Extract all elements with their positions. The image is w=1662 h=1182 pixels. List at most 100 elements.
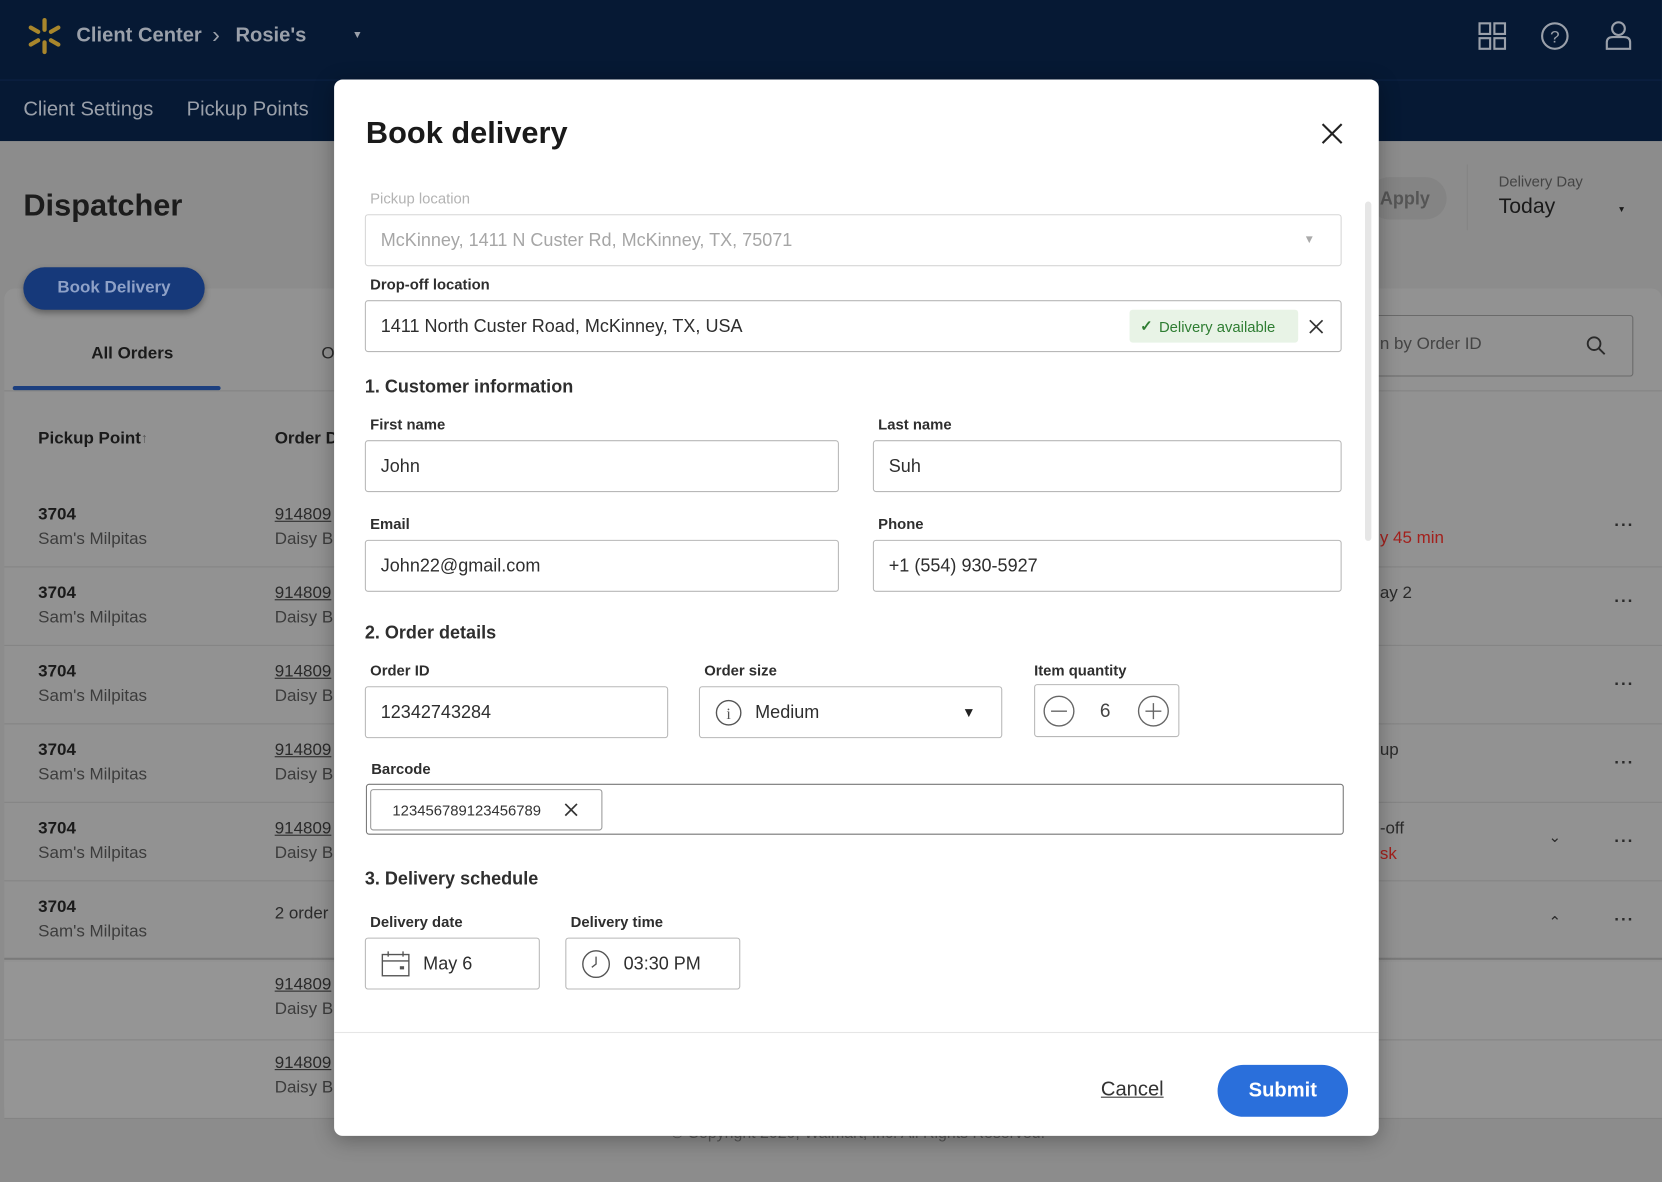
close-icon[interactable] xyxy=(1320,122,1343,145)
scrollbar[interactable] xyxy=(1364,201,1372,541)
plus-icon[interactable] xyxy=(1137,695,1170,728)
pickup-point-name: Sam's Milpitas xyxy=(38,765,148,784)
book-delivery-button[interactable]: Book Delivery xyxy=(23,267,205,310)
section-customer-info: 1. Customer information xyxy=(364,376,574,397)
phone-value: +1 (554) 930-5927 xyxy=(888,555,1038,576)
email-value: John22@gmail.com xyxy=(380,555,541,576)
sort-arrow-icon[interactable]: ↑ xyxy=(141,430,148,446)
section-delivery-schedule: 3. Delivery schedule xyxy=(364,868,539,889)
delivery-day-select[interactable]: Today xyxy=(1499,195,1556,219)
tab-other[interactable]: O xyxy=(321,345,334,364)
more-actions-icon[interactable]: ··· xyxy=(1614,754,1634,773)
barcode-label: Barcode xyxy=(371,760,431,778)
client-dropdown-icon[interactable]: ▼ xyxy=(352,30,363,42)
more-actions-icon[interactable]: ··· xyxy=(1614,833,1634,852)
apps-grid-icon[interactable] xyxy=(1477,21,1507,51)
svg-text:i: i xyxy=(726,706,731,723)
order-id-link[interactable]: 914809 xyxy=(275,976,332,995)
first-name-label: First name xyxy=(370,415,446,433)
status-text: y 45 min xyxy=(1379,529,1444,548)
pickup-point-number: 3704 xyxy=(38,662,76,681)
phone-input[interactable]: +1 (554) 930-5927 xyxy=(872,539,1342,592)
pickup-point-name: Sam's Milpitas xyxy=(38,530,148,549)
client-name[interactable]: Rosie's xyxy=(235,24,306,47)
delivery-time-value: 03:30 PM xyxy=(623,952,701,974)
order-id-value: 12342743284 xyxy=(380,701,492,722)
submit-button[interactable]: Submit xyxy=(1217,1064,1349,1117)
apply-button[interactable]: Apply xyxy=(1380,189,1430,210)
more-actions-icon[interactable]: ··· xyxy=(1614,911,1634,930)
search-placeholder: n by Order ID xyxy=(1379,335,1482,354)
tab-all-orders[interactable]: All Orders xyxy=(91,345,173,364)
last-name-input[interactable]: Suh xyxy=(872,440,1342,493)
column-header-order[interactable]: Order D xyxy=(275,430,338,449)
order-id-link[interactable]: 914809 xyxy=(275,663,332,682)
app-name[interactable]: Client Center xyxy=(76,24,201,47)
more-actions-icon[interactable]: ··· xyxy=(1614,676,1634,695)
order-id-input[interactable]: 12342743284 xyxy=(364,686,669,739)
first-name-value: John xyxy=(380,455,420,476)
delivery-date-input[interactable]: May 6 xyxy=(364,937,540,990)
section-order-details: 2. Order details xyxy=(364,622,497,643)
app: Client Center › Rosie's ▼ ? Client Setti… xyxy=(0,0,1662,1182)
order-size-select[interactable]: i Medium xyxy=(698,686,1003,739)
book-delivery-dialog: Book delivery Pickup location McKinney, … xyxy=(334,79,1379,1136)
order-id-link[interactable]: 914809 xyxy=(275,741,332,760)
search-icon[interactable] xyxy=(1586,335,1607,356)
chevron-down-icon: ▼ xyxy=(1303,233,1316,247)
cancel-button[interactable]: Cancel xyxy=(1101,1079,1164,1102)
order-size-label: Order size xyxy=(704,661,777,679)
order-id-link[interactable]: 914809 xyxy=(275,584,332,603)
help-icon[interactable]: ? xyxy=(1540,21,1570,51)
calendar-icon xyxy=(381,950,410,976)
order-id-link[interactable]: 914809 xyxy=(275,506,332,525)
delivery-time-label: Delivery time xyxy=(570,913,664,931)
pickup-location-label: Pickup location xyxy=(370,189,471,207)
barcode-chip-text: 123456789123456789 xyxy=(392,801,542,819)
divider xyxy=(1466,164,1468,231)
remove-barcode-icon[interactable] xyxy=(564,803,578,817)
status-text: -off xyxy=(1379,819,1405,838)
more-actions-icon[interactable]: ··· xyxy=(1614,517,1634,536)
check-icon: ✓ xyxy=(1140,317,1153,335)
pickup-location-value: McKinney, 1411 N Custer Rd, McKinney, TX… xyxy=(380,229,793,250)
chevron-down-icon[interactable]: ⌄ xyxy=(1548,828,1560,846)
chevron-up-icon[interactable]: ⌃ xyxy=(1548,913,1560,931)
more-actions-icon[interactable]: ··· xyxy=(1614,593,1634,612)
last-name-value: Suh xyxy=(888,455,921,476)
customer-name: Daisy B xyxy=(274,608,334,627)
order-id-label: Order ID xyxy=(370,661,430,679)
page-title: Dispatcher xyxy=(23,188,183,223)
footer-divider xyxy=(334,1031,1379,1034)
nav-pickup-points[interactable]: Pickup Points xyxy=(187,99,309,122)
info-icon: i xyxy=(715,699,742,726)
dropoff-location-label: Drop-off location xyxy=(370,275,490,293)
chevron-down-icon[interactable]: ▼ xyxy=(1617,205,1625,215)
email-input[interactable]: John22@gmail.com xyxy=(364,539,839,592)
pickup-point-number: 3704 xyxy=(38,898,76,917)
status-subtext: sk xyxy=(1379,845,1397,864)
first-name-input[interactable]: John xyxy=(364,440,839,493)
pickup-location-select[interactable]: McKinney, 1411 N Custer Rd, McKinney, TX… xyxy=(364,214,1342,267)
pickup-point-number: 3704 xyxy=(38,819,76,838)
delivery-date-value: May 6 xyxy=(423,952,473,974)
phone-label: Phone xyxy=(878,515,924,533)
order-id-link[interactable]: 914809 xyxy=(275,1054,332,1073)
clock-icon xyxy=(582,949,611,978)
delivery-time-input[interactable]: 03:30 PM xyxy=(565,937,741,990)
nav-client-settings[interactable]: Client Settings xyxy=(23,99,153,122)
user-icon[interactable] xyxy=(1604,19,1634,51)
clear-dropoff-icon[interactable] xyxy=(1309,319,1324,334)
column-header-pickup-point[interactable]: Pickup Point xyxy=(38,430,141,449)
item-quantity-value[interactable]: 6 xyxy=(1100,700,1111,722)
delivery-available-badge: ✓ Delivery available xyxy=(1129,309,1299,343)
delivery-day-label: Delivery Day xyxy=(1498,172,1583,190)
order-id-link[interactable]: 914809 xyxy=(275,820,332,839)
order-count: 2 order xyxy=(274,904,329,923)
customer-name: Daisy B xyxy=(274,844,334,863)
delivery-date-label: Delivery date xyxy=(370,913,463,931)
minus-icon[interactable] xyxy=(1043,695,1076,728)
customer-name: Daisy B xyxy=(274,765,334,784)
pickup-point-name: Sam's Milpitas xyxy=(38,687,148,706)
svg-text:?: ? xyxy=(1550,27,1559,46)
